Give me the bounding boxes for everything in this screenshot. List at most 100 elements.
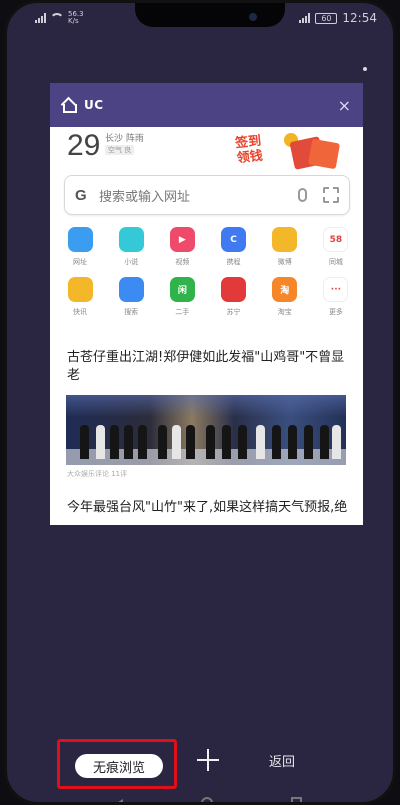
news-headline-2[interactable]: 今年最强台风"山竹"来了,如果这样搞天气预报,绝	[67, 499, 353, 517]
app-row-1: 网址 小说 ▶ 视频 C 携程 微博 58 同城	[58, 227, 358, 267]
app-shortcut-r1-0[interactable]: 网址	[58, 227, 102, 267]
app-icon	[272, 227, 298, 252]
news-photo[interactable]	[66, 395, 346, 465]
app-shortcut-r1-2[interactable]: ▶ 视频	[160, 227, 204, 267]
highlight-box: 无痕浏览	[57, 739, 177, 789]
app-label: 苏宁	[226, 308, 241, 316]
battery-icon: 60	[315, 12, 338, 24]
person-silhouette	[96, 425, 105, 459]
red-envelope-icon-2	[307, 138, 341, 170]
person-silhouette	[186, 425, 195, 459]
search-placeholder: 搜索或输入网址	[99, 189, 191, 205]
news-meta: 大众娱乐评论 11评	[67, 470, 128, 478]
app-label: 同城	[328, 258, 343, 266]
status-bar: 56.3 K/s 60 12:54	[7, 3, 393, 33]
person-silhouette	[304, 425, 313, 459]
home-icon	[62, 98, 77, 113]
promo-text: 签到 领钱	[235, 134, 264, 167]
system-nav-bar	[7, 793, 393, 802]
stage-light	[66, 395, 346, 417]
person-silhouette	[272, 425, 281, 459]
signal-icon	[35, 13, 46, 23]
net-speed-unit: K/s	[68, 17, 79, 25]
person-silhouette	[320, 425, 329, 459]
app-shortcut-r2-0[interactable]: 快讯	[58, 277, 102, 317]
bottom-toolbar: 无痕浏览 返回	[7, 733, 393, 789]
app-shortcut-r2-5[interactable]: ··· 更多	[314, 277, 358, 317]
app-row-2: 快讯 搜索闲二手 苏宁淘淘宝 ··· 更多	[58, 277, 358, 317]
app-label: 更多	[328, 308, 343, 316]
app-shortcut-r1-4[interactable]: 微博	[263, 227, 307, 267]
app-shortcut-r2-1[interactable]: 搜索	[109, 277, 153, 317]
app-shortcut-r2-3[interactable]: 苏宁	[212, 277, 256, 317]
wifi-icon	[50, 13, 64, 23]
google-icon: G	[75, 186, 87, 204]
microphone-icon[interactable]	[298, 188, 307, 202]
app-label: 二手	[175, 308, 190, 316]
app-shortcut-r1-1[interactable]: 小说	[109, 227, 153, 267]
nav-recent-icon[interactable]	[291, 797, 302, 802]
person-silhouette	[172, 425, 181, 459]
tab-card[interactable]: UC × 29 长沙 阵雨 空气 良 签到 领钱 G 搜索或输入网址 网址 小说 ▶…	[50, 83, 363, 525]
incognito-button[interactable]: 无痕浏览	[75, 754, 163, 778]
close-tab-icon[interactable]: ×	[338, 96, 351, 115]
app-icon: 闲	[169, 277, 195, 302]
status-right: 60 12:54	[299, 11, 377, 25]
person-silhouette	[124, 425, 133, 459]
person-silhouette	[206, 425, 215, 459]
app-shortcut-r1-5[interactable]: 58 同城	[314, 227, 358, 267]
person-silhouette	[256, 425, 265, 459]
app-icon	[118, 227, 144, 252]
app-shortcut-grid: 网址 小说 ▶ 视频 C 携程 微博 58 同城 快讯 搜索闲二手 苏宁淘淘宝 ··· 更多	[58, 227, 358, 327]
phone-screen: 56.3 K/s 60 12:54 UC × 29 长沙 阵雨 空气 良 签到	[4, 0, 396, 805]
app-shortcut-r2-2[interactable]: 闲二手	[160, 277, 204, 317]
app-icon	[118, 277, 144, 302]
new-tab-plus-icon[interactable]	[195, 747, 221, 773]
person-silhouette	[80, 425, 89, 459]
app-icon: ▶	[169, 227, 195, 252]
net-speed: 56.3 K/s	[68, 11, 84, 25]
app-icon	[221, 277, 247, 302]
app-label: 搜索	[124, 308, 139, 316]
app-label: 微博	[277, 258, 292, 266]
person-silhouette	[238, 425, 247, 459]
person-silhouette	[158, 425, 167, 459]
person-silhouette	[138, 425, 147, 459]
signal-icon-2	[299, 13, 311, 23]
more-menu-icon[interactable]	[363, 67, 367, 71]
nav-back-icon[interactable]	[115, 799, 123, 802]
person-silhouette	[332, 425, 341, 459]
person-silhouette	[110, 425, 119, 459]
app-label: 淘宝	[277, 308, 292, 316]
app-label: 携程	[226, 258, 241, 266]
tab-card-header: UC ×	[50, 83, 363, 127]
app-label: 快讯	[73, 308, 87, 316]
nav-home-icon[interactable]	[201, 797, 213, 802]
news-headline-1[interactable]: 古苍仔重出江湖!郑伊健如此发福"山鸡哥"不曾显老	[67, 349, 353, 385]
app-label: 网址	[73, 258, 87, 266]
promo-line2: 领钱	[236, 148, 264, 167]
app-icon	[67, 227, 93, 252]
app-label: 小说	[124, 258, 139, 266]
person-silhouette	[222, 425, 231, 459]
clock: 12:54	[342, 11, 377, 25]
app-icon: 58	[323, 227, 349, 252]
app-icon: ···	[323, 277, 349, 302]
scan-icon[interactable]	[323, 187, 339, 203]
search-bar[interactable]: G 搜索或输入网址	[64, 175, 350, 215]
back-button[interactable]: 返回	[269, 751, 295, 770]
weather-city: 长沙 阵雨	[105, 134, 144, 144]
temperature: 29	[67, 129, 101, 162]
weather-widget[interactable]: 29 长沙 阵雨 空气 良	[67, 129, 144, 169]
app-shortcut-r1-3[interactable]: C 携程	[212, 227, 256, 267]
app-label: 视频	[175, 258, 190, 266]
checkin-promo-banner[interactable]: 签到 领钱	[235, 133, 341, 173]
air-quality: 空气 良	[105, 145, 135, 155]
status-left: 56.3 K/s	[35, 11, 84, 25]
tab-title: UC	[84, 98, 104, 112]
app-shortcut-r2-4[interactable]: 淘淘宝	[263, 277, 307, 317]
app-icon	[67, 277, 93, 302]
app-icon: C	[221, 227, 247, 252]
app-icon: 淘	[272, 277, 298, 302]
person-silhouette	[288, 425, 297, 459]
